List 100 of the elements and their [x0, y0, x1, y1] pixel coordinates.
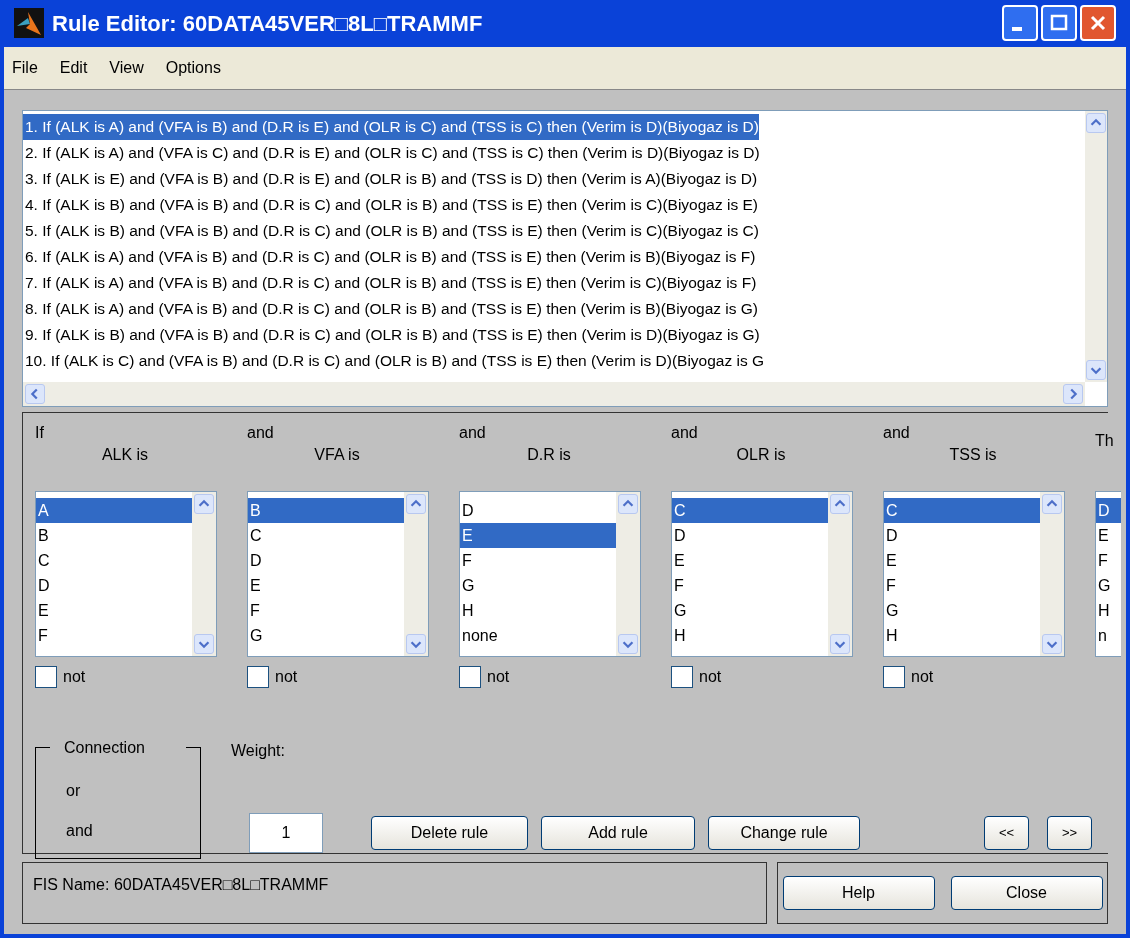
- scroll-left-icon[interactable]: [25, 384, 45, 404]
- list-item[interactable]: F: [36, 623, 192, 648]
- list-item[interactable]: D: [884, 523, 1040, 548]
- rule-item[interactable]: 7. If (ALK is A) and (VFA is B) and (D.R is C) and (OLR is B) and (TSS is E) then (Verim is C)(Biyogaz is F): [23, 270, 757, 296]
- connection-title: Connection: [64, 738, 145, 758]
- list-item[interactable]: G: [884, 598, 1040, 623]
- nav-button[interactable]: <<: [984, 816, 1029, 850]
- not-checkbox[interactable]: [671, 666, 693, 688]
- app-logo-icon: [14, 8, 44, 39]
- rule-item[interactable]: 4. If (ALK is B) and (VFA is B) and (D.R is C) and (OLR is B) and (TSS is E) then (Verim is C)(Biyogaz is E): [23, 192, 759, 218]
- column-label: VFA is: [313, 445, 361, 465]
- weight-field[interactable]: 1: [249, 813, 323, 853]
- connection-option[interactable]: and: [66, 819, 200, 843]
- scroll-down-icon[interactable]: [406, 634, 426, 654]
- maximize-button[interactable]: [1041, 5, 1077, 42]
- not-label: not: [63, 667, 86, 687]
- list-item[interactable]: H: [1096, 598, 1121, 623]
- window-title: Rule Editor: 60DATA45VER□8L□TRAMMF: [52, 9, 484, 38]
- column-prefix: and: [247, 423, 275, 443]
- rule-item[interactable]: 6. If (ALK is A) and (VFA is B) and (D.R is C) and (OLR is B) and (TSS is E) then (Verim is B)(Biyogaz is F): [23, 244, 756, 270]
- list-item[interactable]: D: [36, 573, 192, 598]
- list-item[interactable]: none: [460, 623, 616, 648]
- action-button[interactable]: Change rule: [708, 816, 860, 850]
- list-item[interactable]: D: [672, 523, 828, 548]
- rule-item[interactable]: 1. If (ALK is A) and (VFA is B) and (D.R is E) and (OLR is C) and (TSS is C) then (Verim is D)(Biyogaz is D): [23, 114, 759, 140]
- not-label: not: [275, 667, 298, 687]
- not-checkbox[interactable]: [35, 666, 57, 688]
- menu-item[interactable]: View: [109, 55, 144, 80]
- not-label: not: [911, 667, 934, 687]
- list-item[interactable]: E: [248, 573, 404, 598]
- minimize-button[interactable]: [1002, 5, 1038, 42]
- scroll-up-icon[interactable]: [830, 494, 850, 514]
- list-item[interactable]: E: [672, 548, 828, 573]
- action-button[interactable]: Help: [782, 876, 935, 910]
- not-label: not: [699, 667, 722, 687]
- column-label: Th: [1095, 431, 1115, 451]
- list-item[interactable]: C: [884, 498, 1040, 523]
- nav-button[interactable]: >>: [1047, 816, 1092, 850]
- scroll-up-icon[interactable]: [1086, 113, 1106, 133]
- list-item[interactable]: D: [248, 548, 404, 573]
- action-button[interactable]: Close: [950, 876, 1103, 910]
- scroll-up-icon[interactable]: [194, 494, 214, 514]
- list-item[interactable]: E: [1096, 523, 1121, 548]
- menu-item[interactable]: File: [12, 55, 38, 80]
- column-label: ALK is: [100, 445, 150, 465]
- list-item[interactable]: F: [672, 573, 828, 598]
- list-item[interactable]: B: [248, 498, 404, 523]
- scroll-down-icon[interactable]: [194, 634, 214, 654]
- scroll-down-icon[interactable]: [1086, 360, 1106, 380]
- column-prefix: and: [459, 423, 487, 443]
- list-item[interactable]: C: [672, 498, 828, 523]
- column-label: OLR is: [735, 445, 787, 465]
- column-label: TSS is: [948, 445, 998, 465]
- rule-item[interactable]: 3. If (ALK is E) and (VFA is B) and (D.R is E) and (OLR is B) and (TSS is D) then (Verim is A)(Biyogaz is D): [23, 166, 758, 192]
- list-item[interactable]: D: [460, 498, 616, 523]
- list-item[interactable]: H: [884, 623, 1040, 648]
- fis-name: FIS Name: 60DATA45VER□8L□TRAMMF: [33, 876, 329, 893]
- action-button[interactable]: Delete rule: [371, 816, 528, 850]
- connection-option[interactable]: or: [66, 779, 200, 803]
- list-item[interactable]: F: [248, 598, 404, 623]
- scroll-down-icon[interactable]: [830, 634, 850, 654]
- weight-label: Weight:: [231, 741, 286, 761]
- rule-item[interactable]: 10. If (ALK is C) and (VFA is B) and (D.R is C) and (OLR is B) and (TSS is E) then (Verim is D)(Biyogaz is G: [23, 348, 765, 374]
- list-item[interactable]: G: [460, 573, 616, 598]
- scroll-up-icon[interactable]: [1042, 494, 1062, 514]
- not-label: not: [487, 667, 510, 687]
- rule-item[interactable]: 5. If (ALK is B) and (VFA is B) and (D.R is C) and (OLR is B) and (TSS is E) then (Verim is C)(Biyogaz is C): [23, 218, 759, 244]
- scroll-right-icon[interactable]: [1063, 384, 1083, 404]
- column-prefix: and: [671, 423, 699, 443]
- list-item[interactable]: D: [1096, 498, 1121, 523]
- not-checkbox[interactable]: [459, 666, 481, 688]
- list-item[interactable]: F: [884, 573, 1040, 598]
- list-item[interactable]: C: [36, 548, 192, 573]
- scroll-up-icon[interactable]: [406, 494, 426, 514]
- list-item[interactable]: E: [36, 598, 192, 623]
- list-item[interactable]: C: [248, 523, 404, 548]
- list-item[interactable]: H: [460, 598, 616, 623]
- list-item[interactable]: G: [672, 598, 828, 623]
- list-item[interactable]: E: [884, 548, 1040, 573]
- list-item[interactable]: n: [1096, 623, 1121, 648]
- list-item[interactable]: G: [248, 623, 404, 648]
- not-checkbox[interactable]: [883, 666, 905, 688]
- menu-item[interactable]: Options: [165, 55, 221, 80]
- list-item[interactable]: E: [460, 523, 616, 548]
- not-checkbox[interactable]: [247, 666, 269, 688]
- action-button[interactable]: Add rule: [541, 816, 695, 850]
- list-item[interactable]: G: [1096, 573, 1121, 598]
- rule-item[interactable]: 9. If (ALK is B) and (VFA is B) and (D.R is C) and (OLR is B) and (TSS is E) then (Verim is D)(Biyogaz is G): [23, 322, 760, 348]
- rule-item[interactable]: 2. If (ALK is A) and (VFA is C) and (D.R is E) and (OLR is C) and (TSS is C) then (Verim is D)(Biyogaz is D): [23, 140, 760, 166]
- list-item[interactable]: F: [1096, 548, 1121, 573]
- list-item[interactable]: H: [672, 623, 828, 648]
- list-item[interactable]: F: [460, 548, 616, 573]
- list-item[interactable]: B: [36, 523, 192, 548]
- close-button[interactable]: [1080, 5, 1116, 42]
- scroll-down-icon[interactable]: [618, 634, 638, 654]
- scroll-down-icon[interactable]: [1042, 634, 1062, 654]
- rule-item[interactable]: 8. If (ALK is A) and (VFA is B) and (D.R is C) and (OLR is B) and (TSS is E) then (Verim is B)(Biyogaz is G): [23, 296, 759, 322]
- menu-item[interactable]: Edit: [59, 55, 88, 80]
- list-item[interactable]: A: [36, 498, 192, 523]
- scroll-up-icon[interactable]: [618, 494, 638, 514]
